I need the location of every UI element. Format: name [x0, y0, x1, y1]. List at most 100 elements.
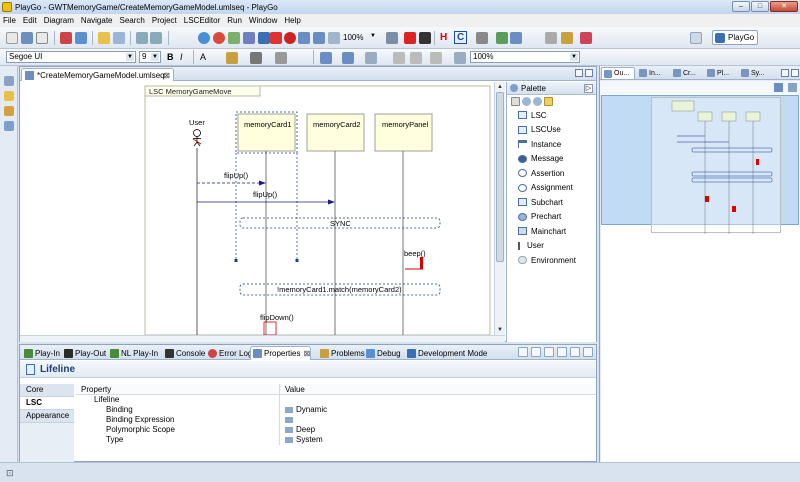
column-value[interactable]: Value	[280, 384, 305, 394]
delete-icon[interactable]	[410, 52, 422, 64]
layout-icon[interactable]	[386, 32, 398, 44]
navigator-icon[interactable]	[4, 106, 14, 116]
select-tool-icon[interactable]	[511, 97, 520, 106]
tab-nl-play-in[interactable]: NL Play-In	[108, 347, 158, 359]
property-value[interactable]: System	[280, 435, 323, 445]
property-value[interactable]: Dynamic	[280, 405, 327, 415]
close-icon[interactable]: ⊠	[163, 71, 170, 80]
menu-project[interactable]: Project	[152, 16, 177, 25]
pin-icon[interactable]	[518, 347, 528, 357]
canvas-vertical-scrollbar[interactable]: ▲ ▼	[494, 82, 505, 335]
open-perspective-icon[interactable]	[690, 32, 702, 44]
scroll-thumb[interactable]	[496, 92, 504, 262]
tree-view-icon[interactable]	[774, 83, 783, 92]
palette-item-user[interactable]: User	[507, 239, 596, 254]
lsc-icon[interactable]	[243, 32, 255, 44]
table-row[interactable]: Lifeline	[76, 395, 596, 405]
beep-activation[interactable]	[420, 257, 423, 269]
menu-run[interactable]: Run	[227, 16, 242, 25]
palette-item-instance[interactable]: Instance	[507, 137, 596, 152]
red-pen-icon[interactable]	[270, 32, 282, 44]
tab-sy[interactable]: Sy...	[739, 67, 771, 79]
tab-inspector[interactable]: In...	[637, 67, 669, 79]
folder-icon[interactable]	[98, 32, 110, 44]
tab-debug[interactable]: Debug	[364, 347, 401, 359]
tab-lsc[interactable]: LSC	[20, 397, 74, 410]
zoom-out-icon[interactable]	[533, 97, 542, 106]
back-icon[interactable]	[136, 32, 148, 44]
column-property[interactable]: Property	[76, 384, 280, 394]
table-row[interactable]: Type System	[76, 435, 596, 445]
tools-icon[interactable]	[545, 32, 557, 44]
magnet-icon[interactable]	[580, 32, 592, 44]
zoom-select[interactable]: 100% ▼	[470, 51, 580, 63]
zoom-icon[interactable]	[328, 32, 340, 44]
check-icon[interactable]	[496, 32, 508, 44]
tab-properties[interactable]: Properties ⊠	[250, 346, 312, 360]
tab-play-in[interactable]: Play-In	[22, 347, 60, 359]
bold-button[interactable]: B	[167, 52, 174, 62]
maximize-view-button[interactable]	[585, 69, 593, 77]
menu-search[interactable]: Search	[120, 16, 145, 25]
tab-appearance[interactable]: Appearance	[20, 410, 74, 423]
palette-item-environment[interactable]: Environment	[507, 253, 596, 268]
categories-icon[interactable]	[531, 347, 541, 357]
globe-icon[interactable]	[198, 32, 210, 44]
overview-icon[interactable]	[788, 83, 797, 92]
tab-development-mode[interactable]: Development Mode	[405, 347, 487, 359]
menu-edit[interactable]: Edit	[23, 16, 37, 25]
italic-button[interactable]: I	[180, 52, 183, 62]
palette-item-prechart[interactable]: Prechart	[507, 210, 596, 225]
size-icon[interactable]	[365, 52, 377, 64]
package-icon[interactable]	[561, 32, 573, 44]
arrange-icon[interactable]	[320, 52, 332, 64]
selection-handle[interactable]	[295, 259, 299, 262]
font-size-select[interactable]: 9 ▼	[139, 51, 161, 63]
editor-tab[interactable]: *CreateMemoryGameModel.umlseq ⊠	[21, 68, 174, 81]
collapse-palette-button[interactable]: ▷	[584, 84, 593, 93]
tab-problems[interactable]: Problems	[318, 347, 365, 359]
line-style-icon[interactable]	[275, 52, 287, 64]
c-button[interactable]: C	[454, 31, 468, 44]
maximize-button[interactable]: □	[751, 1, 769, 12]
green-icon[interactable]	[228, 32, 240, 44]
package-explorer-icon[interactable]	[4, 91, 14, 101]
pointer-icon[interactable]	[258, 32, 270, 44]
zoom-in-icon[interactable]	[522, 97, 531, 106]
tab-core[interactable]: Core	[20, 384, 74, 397]
menu-window[interactable]: Window	[249, 16, 277, 25]
palette-item-mainchart[interactable]: Mainchart	[507, 224, 596, 239]
menu-diagram[interactable]: Diagram	[44, 16, 74, 25]
scroll-down-icon[interactable]: ▼	[496, 326, 504, 334]
property-value[interactable]	[280, 415, 296, 425]
maximize-view-button[interactable]	[791, 69, 799, 77]
view-menu-icon[interactable]	[557, 347, 567, 357]
zoom-level[interactable]: 100%	[343, 33, 363, 42]
perspective-playgo[interactable]: PlayGo	[712, 30, 758, 45]
user-actor[interactable]	[192, 129, 202, 147]
close-icon[interactable]: ⊠	[303, 349, 310, 358]
step-icon[interactable]	[510, 32, 522, 44]
table-row[interactable]: Polymorphic Scope Deep	[76, 425, 596, 435]
search-icon[interactable]	[113, 32, 125, 44]
palette-item-subchart[interactable]: Subchart	[507, 195, 596, 210]
hierarchy-icon[interactable]	[4, 121, 14, 131]
table-row[interactable]: Binding Expression	[76, 415, 596, 425]
record-icon[interactable]	[213, 32, 225, 44]
maximize-view-button[interactable]	[583, 347, 593, 357]
minimize-view-button[interactable]	[570, 347, 580, 357]
fill-color-icon[interactable]	[226, 52, 238, 64]
menu-lsceditor[interactable]: LSCEditor	[184, 16, 220, 25]
tab-error-log[interactable]: Error Log	[206, 347, 252, 359]
tab-cr[interactable]: Cr...	[671, 67, 703, 79]
canvas-horizontal-scrollbar[interactable]	[20, 335, 505, 342]
play-out-icon[interactable]	[419, 32, 431, 44]
line-color-icon[interactable]	[250, 52, 262, 64]
scroll-up-icon[interactable]: ▲	[496, 83, 504, 91]
stop-record-icon[interactable]	[284, 32, 296, 44]
palette-item-message[interactable]: Message	[507, 152, 596, 167]
stop-icon[interactable]	[404, 32, 416, 44]
selection-handle[interactable]	[234, 259, 238, 262]
menu-file[interactable]: File	[3, 16, 16, 25]
palette-item-lsc[interactable]: LSC	[507, 108, 596, 123]
